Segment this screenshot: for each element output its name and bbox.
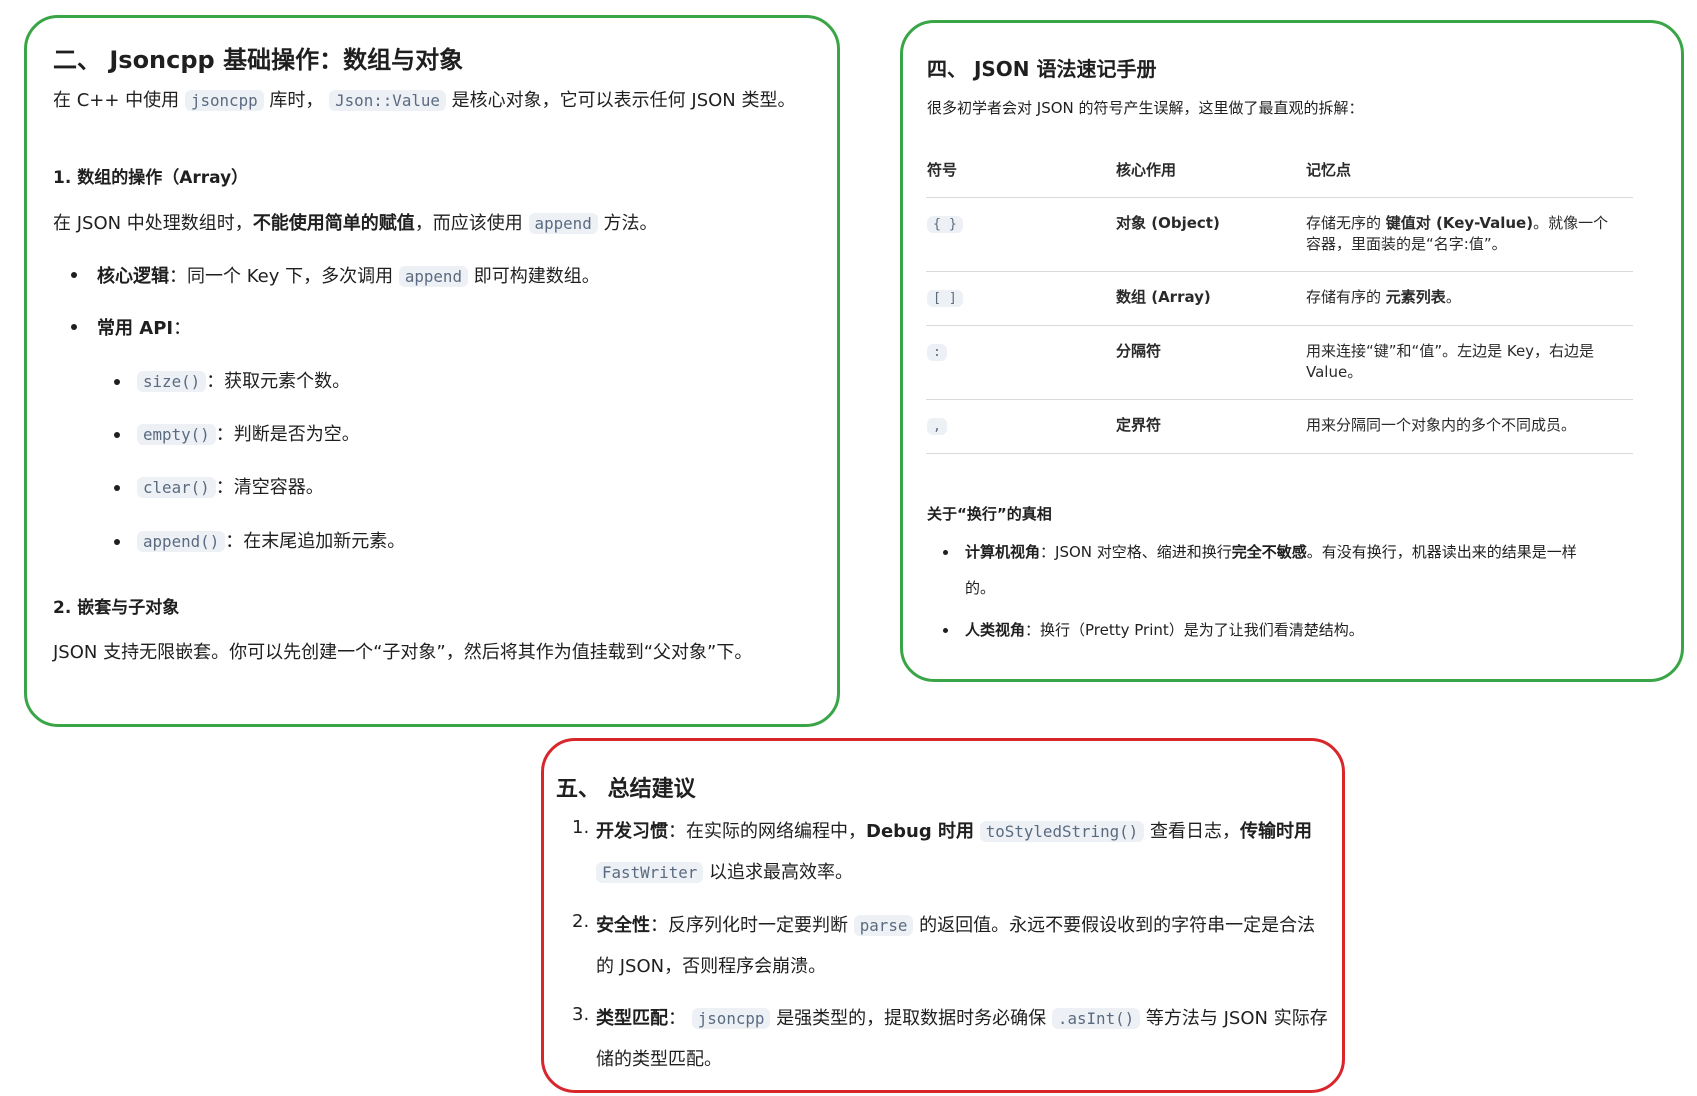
- memo-cell: 用来分隔同一个对象内的多个不同成员。: [1306, 416, 1577, 434]
- section-title: 二、 Jsoncpp 基础操作：数组与对象: [53, 46, 464, 74]
- section-card-summary: 五、 总结建议 1. 开发习惯：在实际的网络编程中，Debug 时用 toSty…: [541, 738, 1345, 1093]
- inline-code: clear(): [137, 477, 216, 498]
- role-cell: 对象 (Object): [1116, 214, 1220, 232]
- api-item: clear() ：清空容器。: [137, 473, 324, 499]
- table-divider: [926, 325, 1633, 326]
- memo-cell: 存储有序的 元素列表。: [1306, 288, 1461, 306]
- intro-paragraph: 很多初学者会对 JSON 的符号产生误解，这里做了最直观的拆解：: [927, 99, 1364, 117]
- bullet-dot: [943, 550, 948, 555]
- inline-code: append(): [137, 531, 226, 552]
- bullet-dot: [114, 379, 120, 385]
- bullet-dot: [114, 485, 120, 491]
- subsection-title: 关于“换行”的真相: [927, 505, 1052, 523]
- bullet-core-logic: 核心逻辑：同一个 Key 下，多次调用 append 即可构建数组。: [97, 266, 600, 287]
- inline-code: append: [528, 213, 598, 234]
- inline-code: Json::Value: [329, 90, 446, 111]
- table-header: 核心作用: [1116, 161, 1177, 179]
- api-item: size() ：获取元素个数。: [137, 367, 350, 393]
- bullet-computer-view: 计算机视角：JSON 对空格、缩进和换行完全不敏感。有没有换行，机器读出来的结果…: [965, 543, 1577, 561]
- list-item: 开发习惯：在实际的网络编程中，Debug 时用 toStyledString()…: [596, 821, 1312, 842]
- symbol-code: ,: [927, 418, 947, 435]
- table-header: 符号: [927, 161, 958, 179]
- bullet-continuation: 的。: [965, 579, 996, 597]
- inline-code: empty(): [137, 424, 216, 445]
- list-item: 类型匹配： jsoncpp 是强类型的，提取数据时务必确保 .asInt() 等…: [596, 1008, 1328, 1029]
- memo-cell: 存储无序的 键值对 (Key-Value)。就像一个 容器，里面装的是“名字:值…: [1306, 214, 1609, 253]
- inline-code: FastWriter: [596, 862, 704, 883]
- list-item: 安全性：反序列化时一定要判断 parse 的返回值。永远不要假设收到的字符串一定…: [596, 915, 1316, 936]
- table-header: 记忆点: [1306, 161, 1352, 179]
- bullet-dot: [71, 272, 77, 278]
- table-divider: [926, 399, 1633, 400]
- array-paragraph: 在 JSON 中处理数组时，不能使用简单的赋值，而应该使用 append 方法。: [53, 213, 658, 234]
- bullet-dot: [114, 432, 120, 438]
- table-divider: [926, 197, 1633, 198]
- bullet-dot: [71, 324, 77, 330]
- api-item: empty() ：判断是否为空。: [137, 420, 360, 446]
- inline-code: toStyledString(): [979, 821, 1145, 842]
- bullet-dot: [114, 539, 120, 545]
- section-card-json-syntax: 四、 JSON 语法速记手册 很多初学者会对 JSON 的符号产生误解，这里做了…: [900, 20, 1684, 682]
- symbol-code: [ ]: [927, 290, 963, 307]
- bullet-human-view: 人类视角：换行（Pretty Print）是为了让我们看清楚结构。: [965, 621, 1364, 639]
- role-cell: 数组 (Array): [1116, 288, 1211, 306]
- symbol-code: { }: [927, 216, 963, 233]
- role-cell: 定界符: [1116, 416, 1162, 434]
- section-title: 五、 总结建议: [556, 777, 696, 802]
- table-divider: [926, 271, 1633, 272]
- inline-code: jsoncpp: [691, 1008, 771, 1029]
- table-divider: [926, 453, 1633, 454]
- list-item-continuation: 储的类型匹配。: [596, 1049, 722, 1070]
- inline-code: parse: [853, 915, 914, 936]
- memo-cell: 用来连接“键”和“值”。左边是 Key，右边是 Value。: [1306, 342, 1595, 381]
- subsection-title: 2. 嵌套与子对象: [53, 598, 180, 618]
- list-item-continuation: FastWriter 以追求最高效率。: [596, 858, 853, 884]
- symbol-code: :: [927, 344, 947, 361]
- list-number: 3.: [572, 1004, 590, 1025]
- inline-code: jsoncpp: [184, 90, 264, 111]
- inline-code: .asInt(): [1051, 1008, 1141, 1029]
- bullet-dot: [943, 628, 948, 633]
- list-number: 1.: [572, 817, 590, 838]
- list-number: 2.: [572, 911, 590, 932]
- section-title: 四、 JSON 语法速记手册: [927, 57, 1157, 81]
- subsection-title: 1. 数组的操作（Array）: [53, 168, 249, 188]
- nesting-paragraph: JSON 支持无限嵌套。你可以先创建一个“子对象”，然后将其作为值挂载到“父对象…: [53, 642, 753, 663]
- intro-paragraph: 在 C++ 中使用 jsoncpp 库时， Json::Value 是核心对象，…: [53, 90, 796, 111]
- section-card-jsoncpp-basics: 二、 Jsoncpp 基础操作：数组与对象 在 C++ 中使用 jsoncpp …: [24, 15, 840, 727]
- api-item: append() ：在末尾追加新元素。: [137, 527, 405, 553]
- list-item-continuation: 的 JSON，否则程序会崩溃。: [596, 956, 827, 977]
- inline-code: append: [398, 266, 468, 287]
- role-cell: 分隔符: [1116, 342, 1162, 360]
- bullet-common-api: 常用 API：: [97, 318, 192, 339]
- inline-code: size(): [137, 371, 207, 392]
